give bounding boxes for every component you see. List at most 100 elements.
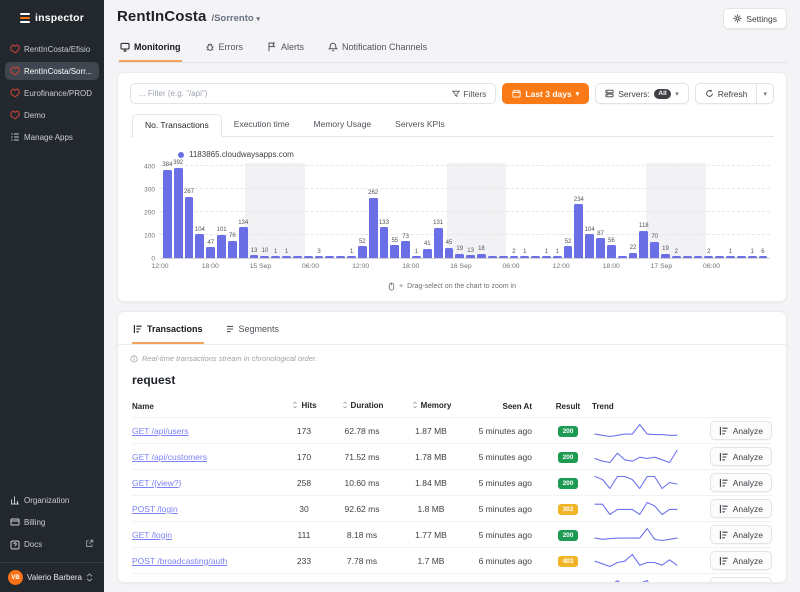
bar-value-label: 56 xyxy=(608,238,615,244)
x-tick-label: 06:00 xyxy=(302,263,319,270)
sidebar-item-docs[interactable]: Docs xyxy=(5,535,99,554)
transaction-link[interactable]: GET /login xyxy=(132,530,282,540)
bar-slot xyxy=(304,167,313,258)
bar xyxy=(239,227,248,258)
transaction-link[interactable]: GET /api/bookings/{booking} xyxy=(132,582,282,584)
transaction-link[interactable]: GET /api/users xyxy=(132,426,282,436)
bar xyxy=(585,234,594,258)
bar-slot: 47 xyxy=(206,167,215,258)
bar-value-label: 1 xyxy=(750,249,753,255)
seen-at-value: 5 minutes ago xyxy=(464,452,544,462)
analyze-button[interactable]: Analyze xyxy=(710,447,772,466)
date-range-button[interactable]: Last 3 days ▾ xyxy=(502,83,589,104)
analyze-button[interactable]: Analyze xyxy=(710,421,772,440)
user-menu[interactable]: VB Valerio Barbera xyxy=(0,562,104,592)
chart-plot-area[interactable]: 3843922671044710176134131011315226213355… xyxy=(160,167,770,259)
transaction-link[interactable]: POST /broadcasting/auth xyxy=(132,556,282,566)
bar xyxy=(434,228,443,258)
sort-icon xyxy=(411,401,419,409)
y-tick-label: 200 xyxy=(144,210,155,217)
bar-value-label: 1 xyxy=(350,249,353,255)
analyze-button[interactable]: Analyze xyxy=(710,551,772,570)
hits-value: 258 xyxy=(282,478,326,488)
sidebar-item-manage-apps[interactable]: Manage Apps xyxy=(5,128,99,146)
column-header-hits[interactable]: Hits xyxy=(282,401,326,412)
bar xyxy=(304,256,313,258)
trend-sparkline xyxy=(592,578,692,583)
chevron-down-icon: ▾ xyxy=(576,90,580,98)
bar-slot: 10 xyxy=(260,167,269,258)
duration-value: 8.18 ms xyxy=(326,530,398,540)
bar-slot: 392 xyxy=(174,167,183,258)
list-icon xyxy=(10,132,20,142)
bar-slot: 45 xyxy=(445,167,454,258)
bar xyxy=(737,256,746,258)
bar-value-label: 19 xyxy=(456,246,463,252)
bar xyxy=(358,246,367,258)
refresh-options-button[interactable]: ▾ xyxy=(757,83,774,104)
analyze-button[interactable]: Analyze xyxy=(710,499,772,518)
transaction-link[interactable]: GET /{view?} xyxy=(132,478,282,488)
tab-errors[interactable]: Errors xyxy=(204,40,245,62)
tab-alerts[interactable]: Alerts xyxy=(266,40,305,62)
chart-tab-servers-kpis[interactable]: Servers KPIs xyxy=(383,114,457,136)
servers-value-badge: All xyxy=(654,89,671,99)
bar-slot: 101 xyxy=(217,167,226,258)
bar xyxy=(347,256,356,258)
environment-selector[interactable]: /Sorrento ▾ xyxy=(211,13,259,24)
bar-slot: 2 xyxy=(510,167,519,258)
transactions-table: NameHitsDurationMemorySeen AtResultTrend… xyxy=(132,395,772,583)
trend-sparkline xyxy=(592,526,692,543)
bar-value-label: 267 xyxy=(184,189,194,195)
bar xyxy=(369,198,378,258)
analyze-button[interactable]: Analyze xyxy=(710,577,772,583)
tab-segments[interactable]: Segments xyxy=(224,322,281,344)
bar-value-label: 104 xyxy=(585,227,595,233)
waterfall-icon xyxy=(719,478,729,488)
gridline xyxy=(160,165,770,166)
transaction-link[interactable]: POST /login xyxy=(132,504,282,514)
duration-value: 62.78 ms xyxy=(326,426,398,436)
settings-button[interactable]: Settings xyxy=(723,8,787,29)
x-tick-label: 06:00 xyxy=(703,263,720,270)
bar xyxy=(759,256,768,258)
sidebar-item-billing[interactable]: Billing xyxy=(5,513,99,531)
servers-button[interactable]: Servers: All ▾ xyxy=(595,83,688,104)
bar-slot: 52 xyxy=(358,167,367,258)
bar-slot: 41 xyxy=(423,167,432,258)
chart-tab-execution-time[interactable]: Execution time xyxy=(222,114,302,136)
analyze-button[interactable]: Analyze xyxy=(710,473,772,492)
trend-sparkline xyxy=(592,500,692,517)
chart-legend: 1183865.cloudwaysapps.com xyxy=(178,150,774,159)
sort-icon xyxy=(291,401,299,409)
tab-monitoring[interactable]: Monitoring xyxy=(119,40,182,62)
chart-tab-memory-usage[interactable]: Memory Usage xyxy=(302,114,384,136)
sidebar-item-rentincosta-sorr-[interactable]: RentInCosta/Sorr... xyxy=(5,62,99,80)
column-header-duration[interactable]: Duration xyxy=(326,401,398,412)
sort-icon xyxy=(341,401,349,409)
sidebar-item-rentincosta-efisio[interactable]: RentInCosta/Efisio xyxy=(5,40,99,58)
chart-tab-no-transactions[interactable]: No. Transactions xyxy=(132,114,222,137)
app-logo[interactable]: inspector xyxy=(0,0,104,34)
bar-value-label: 234 xyxy=(574,197,584,203)
analyze-button[interactable]: Analyze xyxy=(710,525,772,544)
bar-slot: 104 xyxy=(195,167,204,258)
app-logo-icon xyxy=(10,88,20,98)
sidebar-item-demo[interactable]: Demo xyxy=(5,106,99,124)
bar-value-label: 2 xyxy=(675,249,678,255)
hits-value: 30 xyxy=(282,504,326,514)
tab-transactions[interactable]: Transactions xyxy=(132,322,204,344)
sidebar-item-eurofinance-prod[interactable]: Eurofinance/PROD xyxy=(5,84,99,102)
sidebar-item-organization[interactable]: Organization xyxy=(5,491,99,509)
filter-input[interactable]: ... Filter (e.g. "/api") Filters xyxy=(130,83,496,104)
column-header-memory[interactable]: Memory xyxy=(398,401,464,412)
bar xyxy=(499,256,508,258)
tab-notification-channels[interactable]: Notification Channels xyxy=(327,40,428,62)
transaction-link[interactable]: GET /api/customers xyxy=(132,452,282,462)
bar-slot: 2 xyxy=(672,167,681,258)
x-tick-label: 17 Sep xyxy=(651,263,673,270)
bar xyxy=(650,242,659,258)
x-tick-label: 12:00 xyxy=(352,263,369,270)
refresh-button[interactable]: Refresh xyxy=(695,83,758,104)
filters-button[interactable]: Filters xyxy=(443,89,495,99)
